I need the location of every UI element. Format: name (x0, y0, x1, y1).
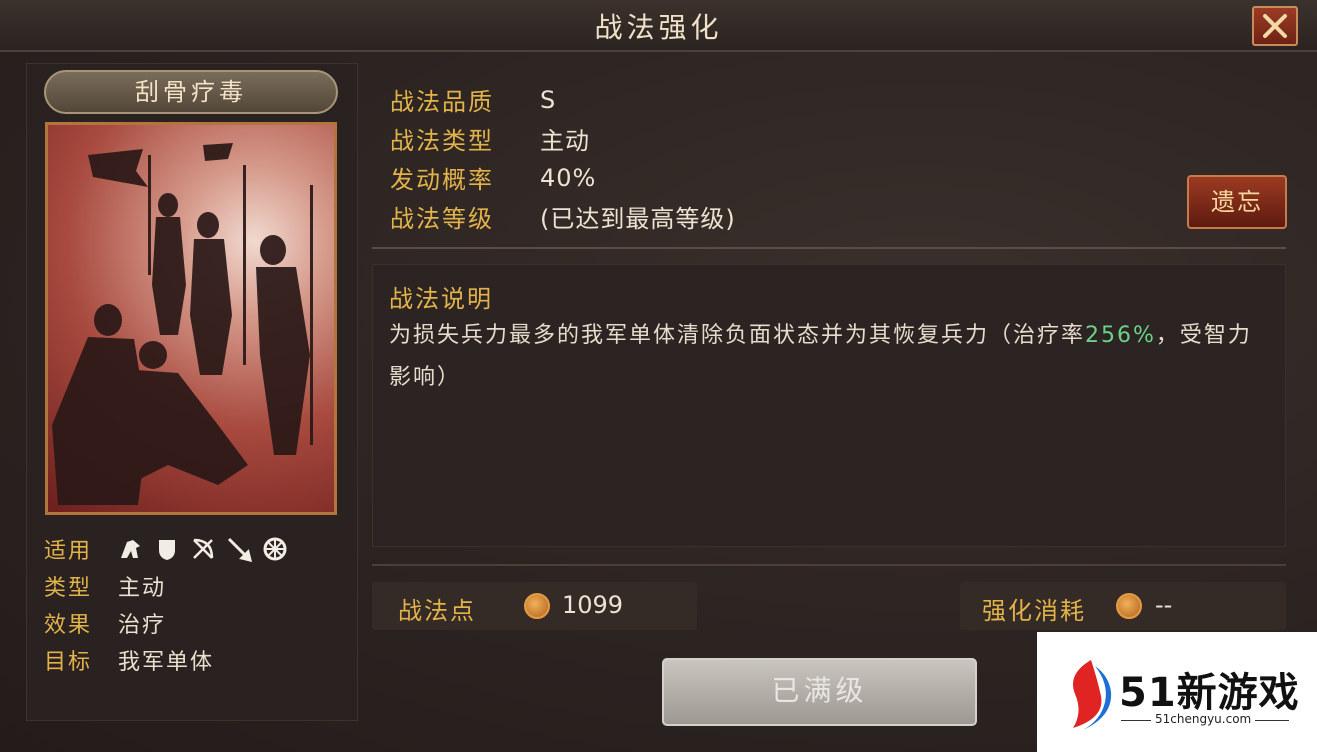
description-text: 为损失兵力最多的我军单体清除负面状态并为其恢复兵力（治疗率256%，受智力影响） (389, 315, 1259, 399)
attr-type-row: 类型 主动 (44, 567, 288, 604)
level-label: 战法等级 (390, 205, 494, 233)
chance-row: 发动概率 40% (390, 158, 736, 197)
type-row: 战法类型 主动 (390, 119, 736, 158)
troop-type-icons (118, 536, 288, 562)
attr-target-label: 目标 (44, 649, 93, 675)
watermark-url: 51chengyu.com (1155, 712, 1252, 726)
max-level-button[interactable]: 已满级 (662, 658, 977, 726)
divider (372, 247, 1286, 249)
enhance-cost-label: 强化消耗 (982, 597, 1086, 625)
skill-info: 战法品质 S 战法类型 主动 发动概率 40% 战法等级 (已达到最高等级) (390, 80, 736, 236)
bow-icon (190, 536, 216, 562)
attr-effect-label: 效果 (44, 612, 93, 638)
description-box: 战法说明 为损失兵力最多的我军单体清除负面状态并为其恢复兵力（治疗率256%，受… (372, 264, 1286, 547)
attr-type-value: 主动 (118, 575, 167, 601)
type-label: 战法类型 (390, 127, 494, 155)
level-value: (已达到最高等级) (540, 205, 736, 233)
skill-points-box: 战法点 1099 (372, 582, 697, 630)
attr-applicable-label: 适用 (44, 538, 93, 564)
attr-target-row: 目标 我军单体 (44, 641, 288, 678)
enhance-cost-value: -- (1155, 591, 1173, 619)
enhance-cost-box: 强化消耗 -- (960, 582, 1286, 630)
chariot-wheel-icon (262, 536, 288, 562)
skill-point-coin-icon (1116, 593, 1142, 619)
card-attributes: 适用 类型 主动 效果 治疗 目标 我军单体 (44, 530, 288, 678)
skill-name-plate: 刮骨疗毒 (44, 70, 338, 114)
skill-card-art (45, 122, 337, 515)
watermark-logo-icon (1073, 660, 1112, 730)
watermark-rule (1255, 720, 1289, 721)
quality-label: 战法品质 (390, 88, 494, 116)
watermark: 51新游戏 51chengyu.com (1037, 632, 1317, 752)
quality-value: S (540, 85, 557, 114)
spear-icon (226, 536, 252, 562)
heal-rate-highlight: 256% (1085, 323, 1156, 348)
battlefield-silhouette-illustration (52, 143, 313, 505)
watermark-rule (1121, 720, 1151, 721)
type-value: 主动 (540, 127, 590, 155)
description-text-part1: 为损失兵力最多的我军单体清除负面状态并为其恢复兵力（治疗率 (389, 323, 1086, 348)
attr-effect-row: 效果 治疗 (44, 604, 288, 641)
level-row: 战法等级 (已达到最高等级) (390, 197, 736, 236)
attr-applicable-row: 适用 (44, 530, 288, 567)
quality-row: 战法品质 S (390, 80, 736, 119)
forget-button[interactable]: 遗忘 (1187, 175, 1287, 229)
close-button[interactable] (1252, 6, 1298, 46)
skill-points-value: 1099 (562, 591, 624, 619)
watermark-brand: 51新游戏 (1119, 670, 1300, 716)
chance-value: 40% (540, 163, 597, 192)
skill-enhance-window: 战法强化 刮骨疗毒 适用 类型 主动 效果 治疗 目标 我军单体 战法品质 S … (0, 0, 1317, 752)
skill-point-coin-icon (524, 593, 550, 619)
window-title: 战法强化 (594, 11, 723, 44)
attr-effect-value: 治疗 (118, 612, 167, 638)
divider (372, 564, 1286, 566)
close-x-icon (1263, 14, 1287, 38)
skill-points-label: 战法点 (398, 597, 476, 625)
cavalry-icon (118, 536, 144, 562)
attr-target-value: 我军单体 (118, 649, 215, 675)
attr-type-label: 类型 (44, 575, 93, 601)
description-title: 战法说明 (389, 285, 493, 313)
chance-label: 发动概率 (390, 166, 494, 194)
title-bar: 战法强化 (0, 0, 1317, 52)
shield-icon (154, 536, 180, 562)
